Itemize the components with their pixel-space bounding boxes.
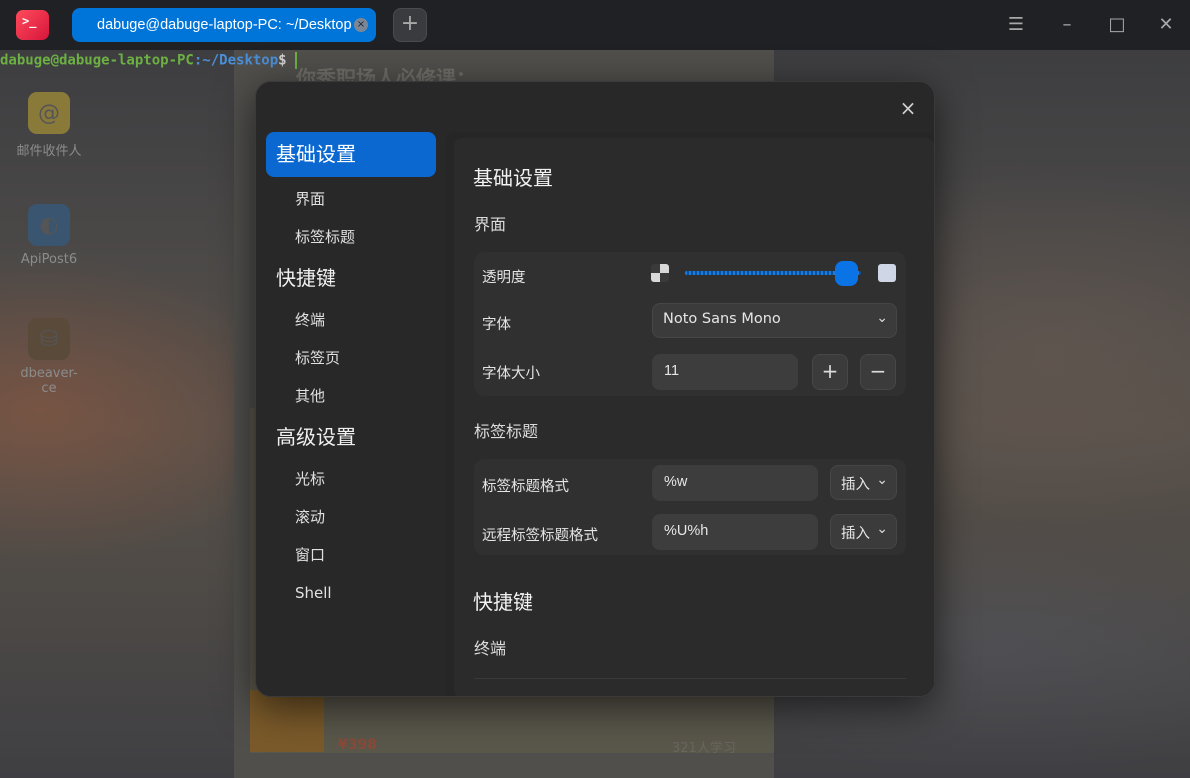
close-icon[interactable]: ✕ bbox=[1151, 10, 1181, 40]
desktop-icon-dbeaver[interactable]: ⛁ dbeaver-ce bbox=[4, 318, 94, 396]
background-course-thumbnail bbox=[250, 690, 324, 752]
desktop-icon-mail[interactable]: @ 邮件收件人 bbox=[4, 92, 94, 159]
nav-item-scroll[interactable]: 滚动 bbox=[266, 498, 436, 536]
font-size-increase-button[interactable]: + bbox=[812, 354, 848, 390]
maximize-icon[interactable]: □ bbox=[1102, 10, 1132, 40]
font-size-decrease-button[interactable]: − bbox=[860, 354, 896, 390]
nav-item-other[interactable]: 其他 bbox=[266, 377, 436, 415]
chevron-down-icon: ⌄ bbox=[876, 521, 888, 537]
minimize-icon[interactable]: – bbox=[1052, 10, 1082, 40]
desktop-icon-label: ApiPost6 bbox=[20, 252, 78, 267]
chevron-down-icon: ⌄ bbox=[876, 472, 888, 488]
opacity-slider-handle[interactable] bbox=[835, 261, 859, 286]
nav-group-basic[interactable]: 基础设置 bbox=[266, 132, 436, 177]
menu-icon[interactable]: ☰ bbox=[1001, 10, 1031, 40]
subheading-terminal: 终端 bbox=[474, 639, 507, 658]
prompt-symbol: $ bbox=[278, 52, 287, 69]
nav-item-tabs[interactable]: 标签页 bbox=[266, 339, 436, 377]
nav-item-shell[interactable]: Shell bbox=[266, 574, 436, 612]
chevron-down-icon: ⌄ bbox=[876, 310, 888, 326]
desktop-icon-label: dbeaver-ce bbox=[20, 366, 78, 396]
settings-content: 基础设置 界面 透明度 字体 Noto Sans Mono ⌄ 字体大小 11 … bbox=[446, 132, 934, 696]
opacity-min-icon bbox=[651, 264, 669, 282]
font-size-row: 字体大小 11 + − bbox=[474, 348, 906, 394]
section-divider bbox=[474, 678, 906, 679]
tab-title-insert-select[interactable]: 插入 ⌄ bbox=[830, 465, 897, 500]
terminal-app-icon[interactable]: >_ bbox=[16, 10, 49, 40]
tab-title: dabuge@dabuge-laptop-PC: ~/Desktop bbox=[97, 17, 352, 33]
nav-item-terminal[interactable]: 终端 bbox=[266, 301, 436, 339]
nav-item-interface[interactable]: 界面 bbox=[266, 180, 436, 218]
remote-tab-title-format-label: 远程标签标题格式 bbox=[482, 528, 598, 544]
heading-basic-settings: 基础设置 bbox=[473, 166, 553, 190]
tab-title-format-input[interactable]: %w bbox=[652, 465, 818, 501]
new-tab-button[interactable]: + bbox=[393, 8, 427, 42]
font-select-value: Noto Sans Mono bbox=[663, 311, 781, 327]
tab-active[interactable]: dabuge@dabuge-laptop-PC: ~/Desktop × bbox=[72, 8, 376, 42]
prompt-user-host: dabuge@dabuge-laptop-PC bbox=[0, 52, 194, 69]
font-row: 字体 Noto Sans Mono ⌄ bbox=[474, 299, 906, 345]
tab-title-format-label: 标签标题格式 bbox=[482, 479, 569, 495]
settings-nav: 基础设置 界面 标签标题 快捷键 终端 标签页 其他 高级设置 光标 滚动 窗口… bbox=[266, 132, 436, 612]
opacity-max-icon bbox=[878, 264, 896, 282]
insert-select-label: 插入 bbox=[841, 477, 870, 493]
font-select[interactable]: Noto Sans Mono ⌄ bbox=[652, 303, 897, 338]
tab-close-icon[interactable]: × bbox=[354, 18, 368, 32]
font-label: 字体 bbox=[482, 317, 511, 333]
nav-item-cursor[interactable]: 光标 bbox=[266, 460, 436, 498]
terminal-prompt[interactable]: dabuge@dabuge-laptop-PC:~/Desktop$ bbox=[0, 52, 297, 72]
tab-title-format-row: 标签标题格式 %w 插入 ⌄ bbox=[474, 459, 906, 505]
nav-item-window[interactable]: 窗口 bbox=[266, 536, 436, 574]
prompt-path: :~/Desktop bbox=[193, 52, 279, 69]
nav-group-advanced[interactable]: 高级设置 bbox=[266, 415, 436, 460]
font-size-input[interactable]: 11 bbox=[652, 354, 798, 390]
nav-item-tab-title[interactable]: 标签标题 bbox=[266, 218, 436, 256]
mail-icon: @ bbox=[28, 92, 70, 134]
subheading-tab-title: 标签标题 bbox=[474, 422, 539, 441]
dialog-close-icon[interactable]: × bbox=[896, 96, 920, 120]
background-learners: 321人学习 bbox=[672, 741, 736, 756]
remote-tab-title-insert-select[interactable]: 插入 ⌄ bbox=[830, 514, 897, 549]
tab-title-settings-group: 标签标题格式 %w 插入 ⌄ 远程标签标题格式 %U%h 插入 ⌄ bbox=[474, 459, 906, 555]
opacity-label: 透明度 bbox=[482, 270, 526, 286]
interface-settings-group: 透明度 字体 Noto Sans Mono ⌄ 字体大小 11 + − bbox=[474, 252, 906, 396]
nav-group-shortcuts[interactable]: 快捷键 bbox=[266, 256, 436, 301]
opacity-row: 透明度 bbox=[474, 252, 906, 298]
remote-tab-title-format-input[interactable]: %U%h bbox=[652, 514, 818, 550]
desktop-icon-apipost[interactable]: ◐ ApiPost6 bbox=[4, 204, 94, 267]
settings-dialog: × 基础设置 界面 标签标题 快捷键 终端 标签页 其他 高级设置 光标 滚动 … bbox=[255, 81, 935, 697]
dbeaver-icon: ⛁ bbox=[28, 318, 70, 360]
title-bar: >_ dabuge@dabuge-laptop-PC: ~/Desktop × … bbox=[0, 0, 1190, 50]
font-size-label: 字体大小 bbox=[482, 366, 540, 382]
background-price: ¥398 bbox=[338, 737, 377, 753]
remote-tab-title-format-row: 远程标签标题格式 %U%h 插入 ⌄ bbox=[474, 508, 906, 554]
subheading-interface: 界面 bbox=[474, 215, 507, 234]
heading-shortcuts: 快捷键 bbox=[473, 590, 533, 614]
apipost-icon: ◐ bbox=[28, 204, 70, 246]
insert-select-label: 插入 bbox=[841, 526, 870, 542]
terminal-cursor bbox=[294, 52, 297, 69]
desktop-icon-label: 邮件收件人 bbox=[16, 144, 82, 159]
